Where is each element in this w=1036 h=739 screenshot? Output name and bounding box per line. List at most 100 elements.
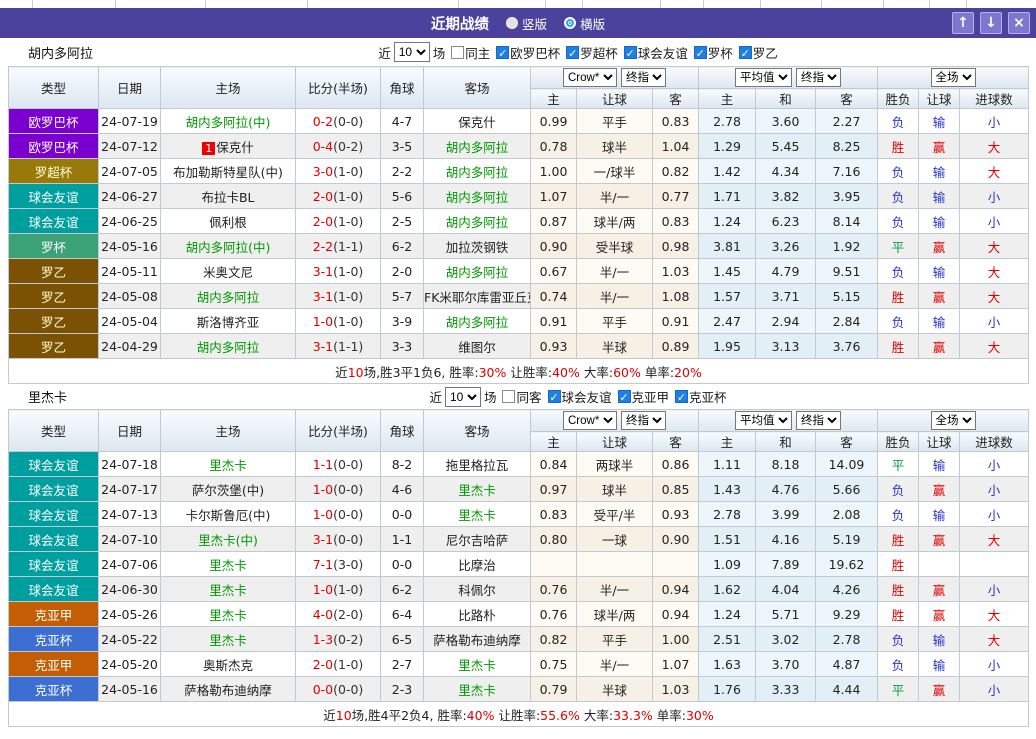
full-time-score: 7-1 bbox=[313, 557, 333, 572]
result-outcome: 平 bbox=[878, 452, 919, 477]
score: 4-0(2-0) bbox=[296, 602, 381, 627]
away-odds: 0.94 bbox=[653, 577, 699, 602]
vertical-layout-radio[interactable] bbox=[506, 17, 518, 29]
home-odds: 0.67 bbox=[531, 259, 577, 284]
half-time-score: (2-0) bbox=[333, 607, 363, 622]
average-select[interactable]: 平均值 bbox=[735, 68, 792, 87]
league-filter-checkbox[interactable]: ✓ bbox=[739, 46, 752, 59]
away-team: 胡内多阿拉 bbox=[424, 259, 531, 284]
move-down-button[interactable]: ↓ bbox=[980, 12, 1002, 34]
score: 1-0(1-0) bbox=[296, 309, 381, 334]
away-odds: 0.90 bbox=[653, 527, 699, 552]
handicap: 半/一 bbox=[577, 577, 653, 602]
corners: 6-2 bbox=[381, 577, 424, 602]
summary-label: 近 bbox=[335, 365, 348, 380]
move-up-button[interactable]: ↑ bbox=[952, 12, 974, 34]
handicap: 球半 bbox=[577, 477, 653, 502]
half-time-score: (0-2) bbox=[333, 139, 363, 154]
scope-select[interactable]: 全场 bbox=[931, 68, 976, 87]
league-filter-label: 球会友谊 bbox=[562, 387, 612, 406]
score: 3-1(1-0) bbox=[296, 259, 381, 284]
odds-stage-select[interactable]: 终指 bbox=[621, 411, 666, 430]
column-header: 客场 bbox=[424, 410, 531, 452]
same-venue-checkbox[interactable] bbox=[451, 46, 464, 59]
league-filter-checkbox[interactable]: ✓ bbox=[548, 390, 561, 403]
result-goals: 小 bbox=[960, 477, 1029, 502]
avg-draw: 5.45 bbox=[756, 134, 816, 159]
avg-draw: 3.71 bbox=[756, 284, 816, 309]
result-outcome: 负 bbox=[878, 184, 919, 209]
match-count-select[interactable]: 10 bbox=[445, 387, 481, 407]
league-badge: 球会友谊 bbox=[9, 552, 99, 577]
league-filter-checkbox[interactable]: ✓ bbox=[624, 46, 637, 59]
league-badge: 克亚杯 bbox=[9, 677, 99, 702]
avg-stage-select[interactable]: 终指 bbox=[796, 411, 841, 430]
handicap: 半/一 bbox=[577, 284, 653, 309]
sub-column-header: 胜负 bbox=[878, 432, 919, 452]
away-odds: 0.93 bbox=[653, 502, 699, 527]
away-team: 保克什 bbox=[424, 109, 531, 134]
avg-stage-select[interactable]: 终指 bbox=[796, 68, 841, 87]
corners: 8-2 bbox=[381, 452, 424, 477]
handicap: 受半球 bbox=[577, 234, 653, 259]
match-row: 欧罗巴杯24-07-19胡内多阿拉(中)0-2(0-0)4-7保克什0.99平手… bbox=[9, 109, 1029, 134]
league-filter-checkbox[interactable]: ✓ bbox=[675, 390, 688, 403]
avg-home: 1.45 bbox=[699, 259, 756, 284]
league-badge: 罗乙 bbox=[9, 259, 99, 284]
home-team-name: 里杰卡(中) bbox=[198, 533, 258, 548]
league-filter-checkbox[interactable]: ✓ bbox=[496, 46, 509, 59]
result-outcome: 负 bbox=[878, 477, 919, 502]
filter-controls: 近10场同客✓球会友谊✓克亚甲✓克亚杯 bbox=[429, 387, 726, 407]
avg-home: 3.81 bbox=[699, 234, 756, 259]
full-time-score: 1-0 bbox=[313, 482, 333, 497]
home-team: 萨格勒布迪纳摩 bbox=[161, 677, 296, 702]
match-count-select[interactable]: 10 bbox=[394, 42, 430, 62]
same-venue-checkbox[interactable] bbox=[502, 390, 515, 403]
home-team-name: 胡内多阿拉 bbox=[197, 340, 260, 355]
handicap: 受平/半 bbox=[577, 502, 653, 527]
scope-select[interactable]: 全场 bbox=[931, 411, 976, 430]
avg-home: 1.29 bbox=[699, 134, 756, 159]
home-team: 1保克什 bbox=[161, 134, 296, 159]
sub-column-header: 主 bbox=[531, 432, 577, 452]
result-outcome: 负 bbox=[878, 627, 919, 652]
away-team: 胡内多阿拉 bbox=[424, 309, 531, 334]
summary-row: 近10场,胜3平1负6, 胜率:30% 让胜率:40% 大率:60% 单率:20… bbox=[9, 359, 1029, 384]
score: 3-1(1-1) bbox=[296, 334, 381, 359]
match-date: 24-06-27 bbox=[99, 184, 161, 209]
close-button[interactable]: × bbox=[1008, 12, 1030, 34]
avg-home: 1.95 bbox=[699, 334, 756, 359]
half-time-score: (1-0) bbox=[333, 189, 363, 204]
result-outcome: 胜 bbox=[878, 602, 919, 627]
score: 2-0(1-0) bbox=[296, 184, 381, 209]
league-filter-checkbox[interactable]: ✓ bbox=[566, 46, 579, 59]
avg-away: 5.66 bbox=[816, 477, 878, 502]
bookmaker-select[interactable]: Crow* bbox=[563, 68, 617, 87]
league-filter-checkbox[interactable]: ✓ bbox=[618, 390, 631, 403]
home-team-name: 卡尔斯鲁厄(中) bbox=[186, 508, 271, 523]
avg-draw: 3.13 bbox=[756, 334, 816, 359]
avg-draw: 4.76 bbox=[756, 477, 816, 502]
sub-column-header: 和 bbox=[756, 89, 816, 109]
horizontal-layout-radio[interactable] bbox=[564, 17, 576, 29]
home-team: 胡内多阿拉(中) bbox=[161, 109, 296, 134]
result-handicap bbox=[919, 552, 960, 577]
league-filter-checkbox[interactable]: ✓ bbox=[694, 46, 707, 59]
score: 1-1(0-0) bbox=[296, 452, 381, 477]
league-badge: 球会友谊 bbox=[9, 452, 99, 477]
home-team: 卡尔斯鲁厄(中) bbox=[161, 502, 296, 527]
handicap: 半/一 bbox=[577, 259, 653, 284]
average-group-header: 平均值终指 bbox=[699, 67, 878, 89]
result-handicap: 赢 bbox=[919, 477, 960, 502]
away-team: 尼尔吉哈萨 bbox=[424, 527, 531, 552]
average-select[interactable]: 平均值 bbox=[735, 411, 792, 430]
league-badge: 球会友谊 bbox=[9, 577, 99, 602]
odds-stage-select[interactable]: 终指 bbox=[621, 68, 666, 87]
result-handicap: 输 bbox=[919, 259, 960, 284]
league-badge: 球会友谊 bbox=[9, 502, 99, 527]
sub-column-header: 和 bbox=[756, 432, 816, 452]
half-time-score: (1-1) bbox=[333, 339, 363, 354]
bookmaker-select[interactable]: Crow* bbox=[563, 411, 617, 430]
summary-label: 近 bbox=[323, 708, 336, 723]
home-odds: 0.91 bbox=[531, 309, 577, 334]
